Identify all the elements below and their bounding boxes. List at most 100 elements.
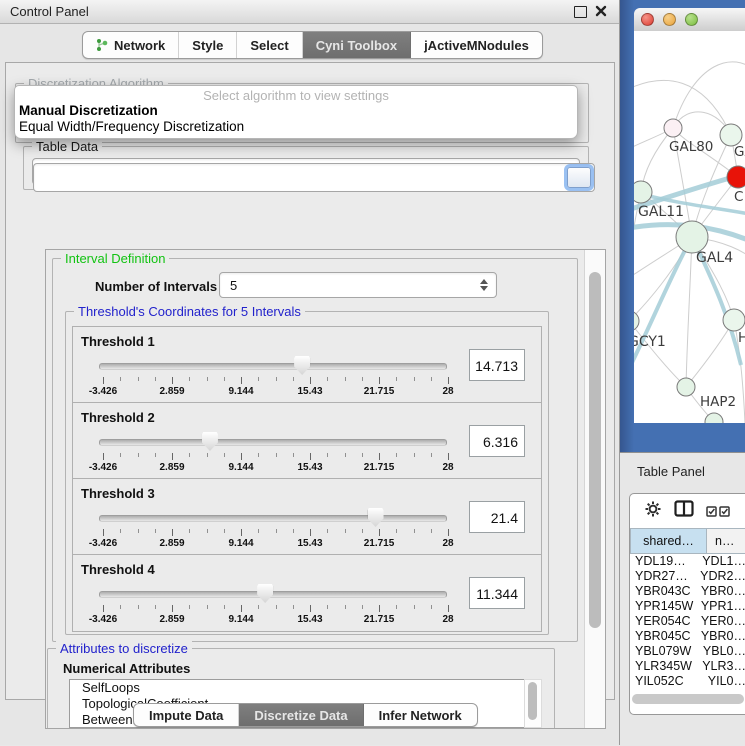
cell-name[interactable]: YDL1… bbox=[696, 554, 745, 569]
slider-tick bbox=[310, 605, 311, 612]
popup-option-equal-width-frequency-discretization[interactable]: Equal Width/Frequency Discretization bbox=[15, 119, 577, 135]
cell-name[interactable]: YLR3… bbox=[696, 659, 745, 674]
zoom-traffic-light[interactable] bbox=[685, 13, 698, 26]
cell-name[interactable]: YBL0… bbox=[697, 644, 745, 659]
threshold-slider[interactable]: -3.4262.8599.14415.4321.71528 bbox=[97, 583, 449, 627]
settings-vertical-scrollbar[interactable] bbox=[584, 250, 605, 728]
cell-shared-name[interactable]: YBR043C bbox=[630, 584, 695, 599]
network-thick-edge[interactable] bbox=[634, 237, 692, 379]
tab-impute-data[interactable]: Impute Data bbox=[134, 704, 239, 726]
combo-dropdown-button[interactable] bbox=[567, 167, 591, 188]
tab-network[interactable]: Network bbox=[83, 32, 179, 58]
network-edge[interactable] bbox=[686, 237, 692, 387]
popup-option-manual-discretization[interactable]: Manual Discretization bbox=[15, 103, 577, 119]
number-of-intervals-combobox[interactable]: 5 bbox=[219, 272, 497, 298]
table-row[interactable]: YBR045CYBR0… bbox=[630, 629, 745, 644]
network-node[interactable] bbox=[723, 309, 745, 331]
network-canvas[interactable]: GAL80GACGAL11GAL4GCY1HHAP2 bbox=[634, 31, 745, 423]
slider-tick bbox=[379, 453, 380, 460]
scrollbar-thumb[interactable] bbox=[528, 682, 537, 720]
threshold-slider[interactable]: -3.4262.8599.14415.4321.71528 bbox=[97, 431, 449, 475]
slider-tick-label: -3.426 bbox=[89, 462, 117, 473]
tab-style[interactable]: Style bbox=[179, 32, 237, 58]
network-edge[interactable] bbox=[686, 320, 734, 387]
slider-thumb[interactable] bbox=[294, 356, 310, 375]
gear-icon[interactable] bbox=[644, 500, 662, 523]
algorithm-combobox[interactable] bbox=[33, 163, 595, 192]
network-edge[interactable] bbox=[634, 80, 731, 135]
slider-tick-label: -3.426 bbox=[89, 538, 117, 549]
tab-jactivemnodules[interactable]: jActiveMNodules bbox=[411, 32, 542, 58]
table-row[interactable]: YLR345WYLR3… bbox=[630, 659, 745, 674]
slider-thumb[interactable] bbox=[202, 432, 218, 451]
table-mode-columns-icon[interactable] bbox=[674, 500, 694, 522]
cell-shared-name[interactable]: YBR045C bbox=[630, 629, 695, 644]
cell-name[interactable]: YPR1… bbox=[695, 599, 745, 614]
cell-shared-name[interactable]: YLR345W bbox=[630, 659, 696, 674]
threshold-value-field[interactable]: 6.316 bbox=[469, 425, 525, 457]
cell-shared-name[interactable]: YER054C bbox=[630, 614, 695, 629]
slider-track[interactable] bbox=[99, 515, 447, 522]
threshold-slider[interactable]: -3.4262.8599.14415.4321.71528 bbox=[97, 355, 449, 399]
slider-tick bbox=[379, 529, 380, 536]
tab-discretize-data[interactable]: Discretize Data bbox=[239, 704, 363, 726]
table-row[interactable]: YDR27…YDR2… bbox=[630, 569, 745, 584]
attributes-list-scrollbar[interactable] bbox=[524, 679, 542, 728]
cell-shared-name[interactable]: YDL19… bbox=[630, 554, 696, 569]
network-edge[interactable] bbox=[634, 321, 686, 387]
attribute-item-selfloops[interactable]: SelfLoops bbox=[70, 680, 524, 696]
cell-name[interactable]: YIL0… bbox=[702, 674, 745, 689]
slider-tick bbox=[431, 377, 432, 381]
slider-track[interactable] bbox=[99, 363, 447, 370]
cell-shared-name[interactable]: YIL052C bbox=[630, 674, 702, 689]
table-row[interactable]: YDL19…YDL1… bbox=[630, 554, 745, 569]
slider-thumb[interactable] bbox=[257, 584, 273, 603]
network-node[interactable] bbox=[634, 311, 639, 331]
network-node[interactable] bbox=[677, 378, 695, 396]
close-traffic-light[interactable] bbox=[641, 13, 654, 26]
combo-stepper-icon[interactable] bbox=[477, 279, 491, 291]
tab-label: Style bbox=[192, 38, 223, 53]
slider-tick bbox=[414, 453, 415, 457]
table-row[interactable]: YER054CYER0… bbox=[630, 614, 745, 629]
slider-thumb[interactable] bbox=[368, 508, 384, 527]
table-row[interactable]: YIL052CYIL0… bbox=[630, 674, 745, 689]
slider-tick bbox=[172, 605, 173, 612]
float-window-icon[interactable] bbox=[574, 6, 587, 18]
column-header-shared-name[interactable]: shared… bbox=[630, 528, 706, 554]
select-columns-icon[interactable] bbox=[706, 506, 730, 517]
slider-track[interactable] bbox=[99, 439, 447, 446]
threshold-value-field[interactable]: 14.713 bbox=[469, 349, 525, 381]
table-row[interactable]: YPR145WYPR1… bbox=[630, 599, 745, 614]
cell-name[interactable]: YBR0… bbox=[695, 629, 745, 644]
network-node[interactable] bbox=[676, 221, 708, 253]
threshold-value-field[interactable]: 21.4 bbox=[469, 501, 525, 533]
threshold-slider[interactable]: -3.4262.8599.14415.4321.71528 bbox=[97, 507, 449, 551]
number-of-intervals-value: 5 bbox=[220, 278, 477, 293]
network-node[interactable] bbox=[727, 166, 745, 188]
network-node[interactable] bbox=[720, 124, 742, 146]
table-row[interactable]: YBL079WYBL0… bbox=[630, 644, 745, 659]
slider-tick bbox=[362, 605, 363, 609]
cell-shared-name[interactable]: YBL079W bbox=[630, 644, 697, 659]
minimize-traffic-light[interactable] bbox=[663, 13, 676, 26]
network-edge[interactable] bbox=[673, 62, 745, 128]
network-node[interactable] bbox=[634, 181, 652, 203]
cell-name[interactable]: YER0… bbox=[695, 614, 745, 629]
number-of-intervals-label: Number of Intervals bbox=[95, 279, 217, 294]
cell-name[interactable]: YBR0… bbox=[695, 584, 745, 599]
close-icon[interactable] bbox=[595, 5, 607, 17]
threshold-value-field[interactable]: 11.344 bbox=[469, 577, 525, 609]
scrollbar-thumb[interactable] bbox=[589, 272, 601, 628]
tab-infer-network[interactable]: Infer Network bbox=[364, 704, 477, 726]
cell-name[interactable]: YDR2… bbox=[694, 569, 745, 584]
cell-shared-name[interactable]: YPR145W bbox=[630, 599, 695, 614]
table-horizontal-scrollbar[interactable] bbox=[632, 694, 744, 704]
cell-shared-name[interactable]: YDR27… bbox=[630, 569, 694, 584]
tab-select[interactable]: Select bbox=[237, 32, 302, 58]
network-node[interactable] bbox=[664, 119, 682, 137]
slider-tick bbox=[379, 605, 380, 612]
table-row[interactable]: YBR043CYBR0… bbox=[630, 584, 745, 599]
column-header-name[interactable]: n… bbox=[706, 528, 745, 554]
tab-cyni-toolbox[interactable]: Cyni Toolbox bbox=[303, 32, 411, 58]
